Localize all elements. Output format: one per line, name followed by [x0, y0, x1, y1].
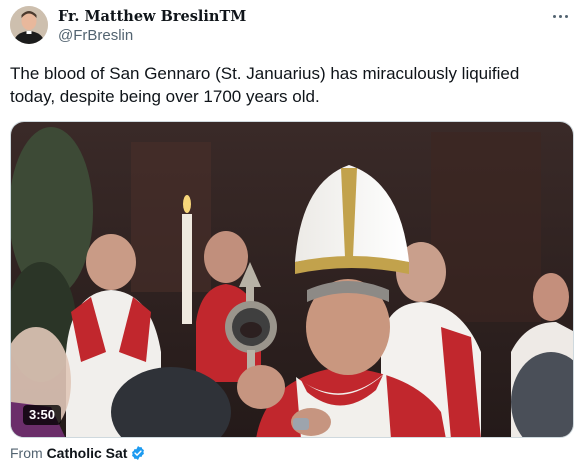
author-handle[interactable]: @FrBreslin: [58, 27, 133, 44]
author-name-text: Fr. Matthew Breslin: [58, 8, 220, 25]
author-name-badge: TM: [219, 8, 247, 25]
tweet-header: Fr. Matthew BreslinTM @FrBreslin: [10, 6, 574, 48]
video-duration: 3:50: [23, 405, 62, 425]
verified-badge-icon: [132, 446, 145, 460]
video-player[interactable]: 3:50: [10, 121, 574, 438]
more-options-icon[interactable]: [550, 8, 572, 24]
tweet-text: The blood of San Gennaro (St. Januarius)…: [10, 64, 520, 106]
avatar[interactable]: [10, 6, 48, 44]
media-attribution: From Catholic Sat: [10, 445, 146, 461]
attribution-source-link[interactable]: Catholic Sat: [47, 445, 128, 461]
author-name[interactable]: Fr. Matthew BreslinTM: [58, 8, 246, 25]
video-thumbnail: [11, 122, 573, 437]
attribution-prefix: From: [10, 445, 43, 461]
